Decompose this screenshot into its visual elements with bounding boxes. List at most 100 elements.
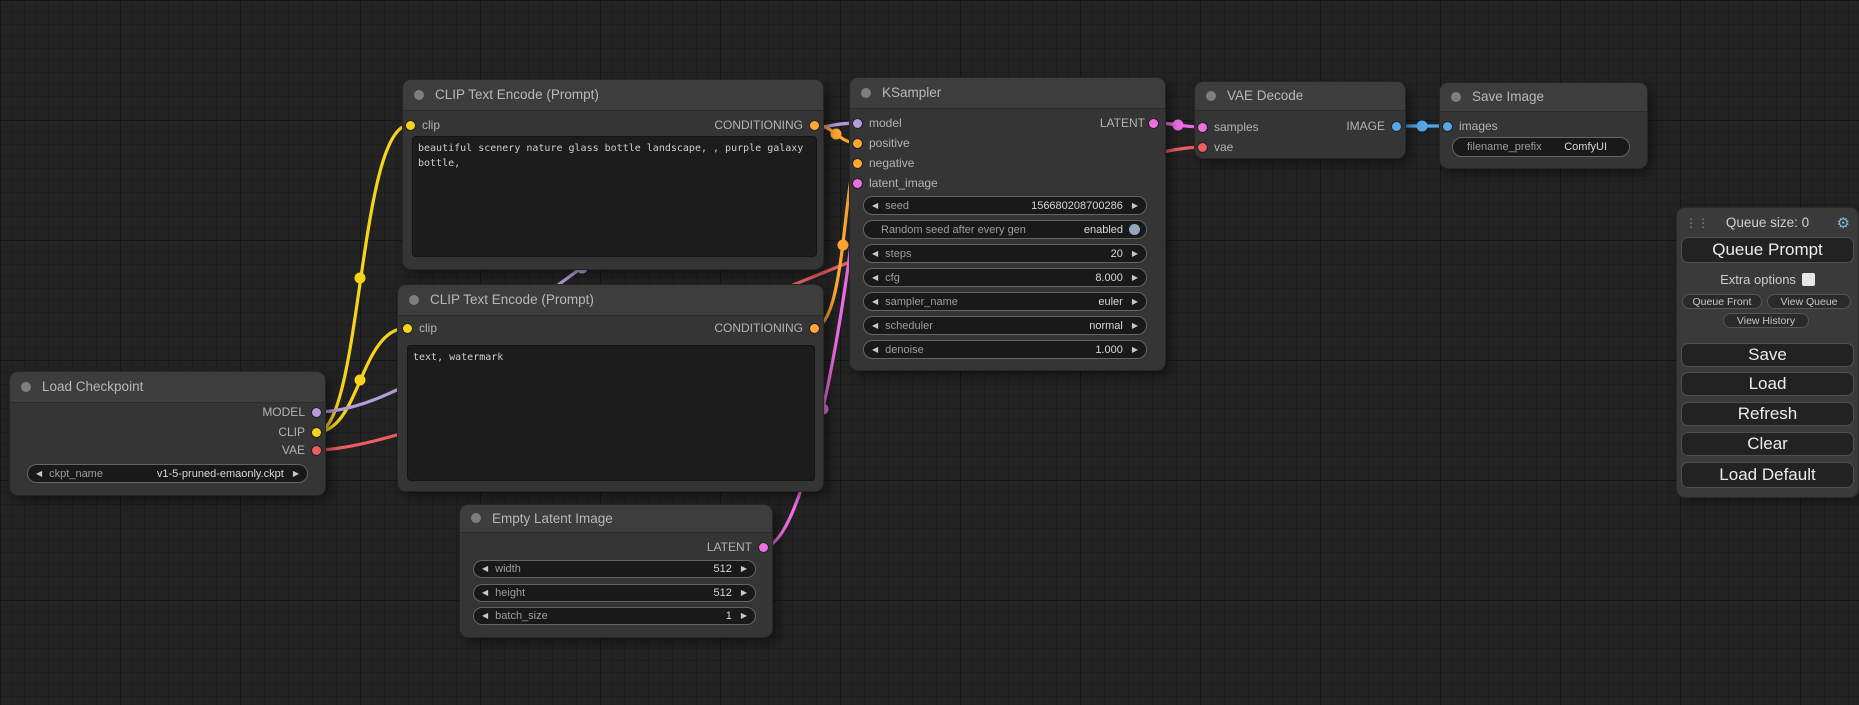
- node-header[interactable]: VAE Decode: [1195, 82, 1405, 111]
- positive-input-port[interactable]: [853, 139, 862, 148]
- latent-output-port[interactable]: [759, 543, 768, 552]
- load-button[interactable]: Load: [1681, 372, 1854, 396]
- output-label-model: MODEL: [262, 404, 305, 420]
- denoise-widget[interactable]: ◀ denoise 1.000 ▶: [863, 340, 1147, 359]
- arrow-right-icon[interactable]: ▶: [741, 565, 747, 573]
- collapse-dot-icon[interactable]: [414, 90, 424, 100]
- node-load-checkpoint[interactable]: Load Checkpoint MODEL CLIP VAE ◀ ckpt_na…: [10, 372, 325, 495]
- arrow-right-icon[interactable]: ▶: [1132, 322, 1138, 330]
- node-header[interactable]: CLIP Text Encode (Prompt): [398, 285, 823, 316]
- node-save-image[interactable]: Save Image images filename_prefix ComfyU…: [1440, 83, 1647, 168]
- input-label-clip: clip: [422, 117, 440, 133]
- latent-output-port[interactable]: [1149, 119, 1158, 128]
- widget-label: height: [495, 587, 525, 599]
- images-input-port[interactable]: [1443, 122, 1452, 131]
- arrow-left-icon[interactable]: ◀: [872, 274, 878, 282]
- widget-value: 512: [713, 587, 740, 599]
- clear-button[interactable]: Clear: [1681, 432, 1854, 456]
- widget-label: steps: [885, 248, 911, 260]
- arrow-left-icon[interactable]: ◀: [872, 322, 878, 330]
- arrow-left-icon[interactable]: ◀: [482, 565, 488, 573]
- input-label-vae: vae: [1214, 139, 1233, 155]
- input-label-negative: negative: [869, 155, 914, 171]
- arrow-left-icon[interactable]: ◀: [36, 470, 42, 478]
- widget-label: batch_size: [495, 610, 548, 622]
- node-header[interactable]: CLIP Text Encode (Prompt): [403, 80, 823, 111]
- input-label-positive: positive: [869, 135, 910, 151]
- node-vae-decode[interactable]: VAE Decode samples IMAGE vae: [1195, 82, 1405, 158]
- batch-size-widget[interactable]: ◀ batch_size 1 ▶: [473, 607, 756, 625]
- model-output-port[interactable]: [312, 408, 321, 417]
- node-header[interactable]: Empty Latent Image: [460, 505, 772, 533]
- arrow-right-icon[interactable]: ▶: [293, 470, 299, 478]
- negative-input-port[interactable]: [853, 159, 862, 168]
- collapse-dot-icon[interactable]: [1206, 91, 1216, 101]
- queue-prompt-button[interactable]: Queue Prompt: [1681, 237, 1854, 263]
- conditioning-output-port[interactable]: [810, 121, 819, 130]
- refresh-button[interactable]: Refresh: [1681, 402, 1854, 426]
- vae-input-port[interactable]: [1198, 143, 1207, 152]
- filename-prefix-widget[interactable]: filename_prefix ComfyUI: [1452, 137, 1630, 157]
- seed-widget[interactable]: ◀ seed 156680208700286 ▶: [863, 196, 1147, 215]
- collapse-dot-icon[interactable]: [471, 513, 481, 523]
- clip-input-port[interactable]: [406, 121, 415, 130]
- sampler-name-widget[interactable]: ◀ sampler_name euler ▶: [863, 292, 1147, 311]
- widget-value: enabled: [1084, 224, 1129, 236]
- conditioning-output-port[interactable]: [810, 324, 819, 333]
- image-output-port[interactable]: [1392, 122, 1401, 131]
- node-header[interactable]: Load Checkpoint: [10, 372, 325, 403]
- collapse-dot-icon[interactable]: [861, 88, 871, 98]
- cfg-widget[interactable]: ◀ cfg 8.000 ▶: [863, 268, 1147, 287]
- arrow-left-icon[interactable]: ◀: [872, 346, 878, 354]
- latent-image-input-port[interactable]: [853, 179, 862, 188]
- view-history-button[interactable]: View History: [1723, 313, 1809, 328]
- prompt-textarea[interactable]: beautiful scenery nature glass bottle la…: [412, 136, 817, 257]
- samples-input-port[interactable]: [1198, 123, 1207, 132]
- arrow-left-icon[interactable]: ◀: [872, 250, 878, 258]
- clip-output-port[interactable]: [312, 428, 321, 437]
- settings-gear-icon[interactable]: ⚙: [1837, 215, 1850, 233]
- queue-front-button[interactable]: Queue Front: [1682, 294, 1762, 309]
- save-button[interactable]: Save: [1681, 343, 1854, 367]
- node-header[interactable]: KSampler: [850, 78, 1165, 109]
- arrow-right-icon[interactable]: ▶: [1132, 298, 1138, 306]
- height-widget[interactable]: ◀ height 512 ▶: [473, 584, 756, 602]
- extra-options-checkbox[interactable]: [1802, 273, 1815, 286]
- prompt-textarea[interactable]: text, watermark: [407, 345, 815, 481]
- vae-output-port[interactable]: [312, 446, 321, 455]
- arrow-right-icon[interactable]: ▶: [1132, 274, 1138, 282]
- arrow-right-icon[interactable]: ▶: [1132, 250, 1138, 258]
- output-label-conditioning: CONDITIONING: [714, 320, 803, 336]
- node-header[interactable]: Save Image: [1440, 83, 1647, 112]
- input-label-clip: clip: [419, 320, 437, 336]
- width-widget[interactable]: ◀ width 512 ▶: [473, 560, 756, 578]
- view-queue-button[interactable]: View Queue: [1767, 294, 1851, 309]
- queue-panel[interactable]: ⋮⋮ Queue size: 0 ⚙ Queue Prompt Extra op…: [1677, 208, 1858, 497]
- random-seed-toggle-widget[interactable]: Random seed after every gen enabled: [863, 220, 1147, 239]
- arrow-right-icon[interactable]: ▶: [741, 612, 747, 620]
- node-title: KSampler: [882, 85, 941, 100]
- arrow-right-icon[interactable]: ▶: [1132, 346, 1138, 354]
- node-empty-latent-image[interactable]: Empty Latent Image LATENT ◀ width 512 ▶ …: [460, 505, 772, 637]
- node-ksampler[interactable]: KSampler model LATENT positive negative …: [850, 78, 1165, 370]
- ckpt-name-widget[interactable]: ◀ ckpt_name v1-5-pruned-emaonly.ckpt ▶: [27, 464, 308, 483]
- arrow-left-icon[interactable]: ◀: [872, 202, 878, 210]
- output-label-vae: VAE: [282, 442, 305, 458]
- arrow-right-icon[interactable]: ▶: [1132, 202, 1138, 210]
- arrow-right-icon[interactable]: ▶: [741, 589, 747, 597]
- steps-widget[interactable]: ◀ steps 20 ▶: [863, 244, 1147, 263]
- model-input-port[interactable]: [853, 119, 862, 128]
- collapse-dot-icon[interactable]: [21, 382, 31, 392]
- collapse-dot-icon[interactable]: [1451, 92, 1461, 102]
- node-clip-text-encode-negative[interactable]: CLIP Text Encode (Prompt) clip CONDITION…: [398, 285, 823, 491]
- collapse-dot-icon[interactable]: [409, 295, 419, 305]
- arrow-left-icon[interactable]: ◀: [482, 589, 488, 597]
- arrow-left-icon[interactable]: ◀: [482, 612, 488, 620]
- arrow-left-icon[interactable]: ◀: [872, 298, 878, 306]
- toggle-knob[interactable]: [1129, 224, 1140, 235]
- scheduler-widget[interactable]: ◀ scheduler normal ▶: [863, 316, 1147, 335]
- clip-input-port[interactable]: [403, 324, 412, 333]
- node-title: VAE Decode: [1227, 88, 1303, 103]
- load-default-button[interactable]: Load Default: [1681, 462, 1854, 488]
- node-clip-text-encode-positive[interactable]: CLIP Text Encode (Prompt) clip CONDITION…: [403, 80, 823, 269]
